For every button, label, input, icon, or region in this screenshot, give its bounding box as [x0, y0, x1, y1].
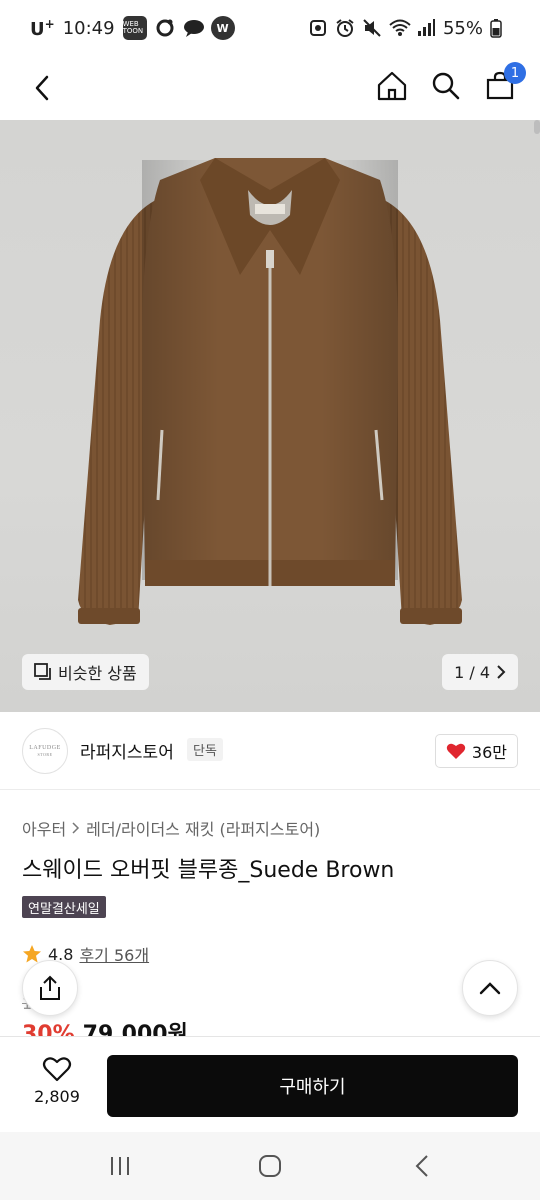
- recent-apps-button[interactable]: [100, 1148, 140, 1184]
- sale-badge: 연말결산세일: [22, 896, 106, 918]
- image-pager-label: 1 / 4: [454, 662, 490, 682]
- chevron-right-icon: [497, 665, 506, 679]
- wishlist-count: 2,809: [34, 1087, 80, 1106]
- cart-button[interactable]: 1: [480, 62, 526, 108]
- home-circle-icon: [259, 1155, 281, 1177]
- back-button[interactable]: [22, 68, 62, 108]
- status-left: U+ 10:49 WEB TOON W: [30, 14, 235, 42]
- mute-icon: [362, 18, 382, 38]
- exclusive-tag: 단독: [187, 738, 223, 761]
- chevron-up-icon: [479, 982, 501, 995]
- carrier-label: U+: [30, 16, 55, 40]
- webtoon-icon: WEB TOON: [122, 16, 147, 40]
- store-name-link[interactable]: 라퍼지스토어: [80, 738, 174, 763]
- wishlist-button[interactable]: 2,809: [24, 1055, 90, 1106]
- w-icon: W: [210, 16, 235, 40]
- battery-icon: [490, 18, 510, 38]
- store-logo[interactable]: LAFUDGE STORE: [22, 728, 68, 774]
- scroll-top-button[interactable]: [462, 960, 518, 1016]
- system-nav-bar: [0, 1132, 540, 1200]
- circle-app-icon: [155, 18, 175, 38]
- similar-icon: [34, 663, 51, 680]
- cart-count-badge: 1: [504, 62, 526, 84]
- chevron-left-icon: [35, 75, 49, 101]
- image-pager-button[interactable]: 1 / 4: [442, 654, 518, 690]
- product-image-carousel[interactable]: 비슷한 상품 1 / 4: [0, 120, 540, 712]
- home-nav-button[interactable]: [250, 1148, 290, 1184]
- home-button[interactable]: [372, 64, 412, 108]
- signal-icon: [416, 18, 436, 38]
- purchase-bar: 2,809 구매하기: [0, 1036, 540, 1132]
- search-icon: [432, 72, 460, 100]
- alarm-icon: [335, 18, 355, 38]
- share-button[interactable]: [22, 960, 78, 1016]
- product-title: 스웨이드 오버핏 블루종_Suede Brown: [22, 858, 395, 883]
- status-right: 55%: [308, 14, 510, 42]
- store-like-count: 36만: [471, 743, 507, 762]
- recent-apps-icon: [111, 1157, 129, 1175]
- store-like-button[interactable]: 36만: [434, 734, 518, 768]
- store-row: LAFUDGE STORE 라퍼지스토어 단독 36만: [0, 712, 540, 790]
- buy-button[interactable]: 구매하기: [107, 1055, 518, 1117]
- breadcrumb-item-category[interactable]: 레더/라이더스 재킷 (라퍼지스토어): [86, 816, 320, 840]
- share-icon: [40, 975, 60, 1000]
- heart-outline-icon: [42, 1057, 72, 1082]
- store-logo-text: LAFUDGE: [29, 744, 61, 751]
- similar-products-label: 비슷한 상품: [58, 664, 137, 683]
- breadcrumb-item-outer[interactable]: 아우터: [22, 816, 66, 840]
- review-link[interactable]: 후기 56개: [79, 942, 149, 966]
- top-app-bar: 1: [0, 56, 540, 120]
- battery-percent: 55%: [442, 17, 483, 39]
- chevron-right-icon: [72, 822, 80, 834]
- home-icon: [377, 71, 407, 101]
- similar-products-button[interactable]: 비슷한 상품: [22, 654, 149, 690]
- search-button[interactable]: [426, 64, 466, 108]
- back-nav-icon: [415, 1155, 428, 1177]
- clock: 10:49: [62, 17, 115, 39]
- lock-app-icon: [308, 18, 328, 38]
- store-logo-sub: STORE: [37, 752, 53, 758]
- status-bar: U+ 10:49 WEB TOON W 55%: [0, 0, 540, 56]
- product-image-jacket: [78, 158, 462, 625]
- back-nav-button[interactable]: [402, 1148, 442, 1184]
- top-actions: 1: [372, 62, 526, 108]
- wifi-icon: [389, 18, 411, 38]
- breadcrumb: 아우터 레더/라이더스 재킷 (라퍼지스토어): [22, 816, 320, 840]
- heart-filled-icon: [446, 743, 466, 759]
- chat-icon: [183, 18, 204, 38]
